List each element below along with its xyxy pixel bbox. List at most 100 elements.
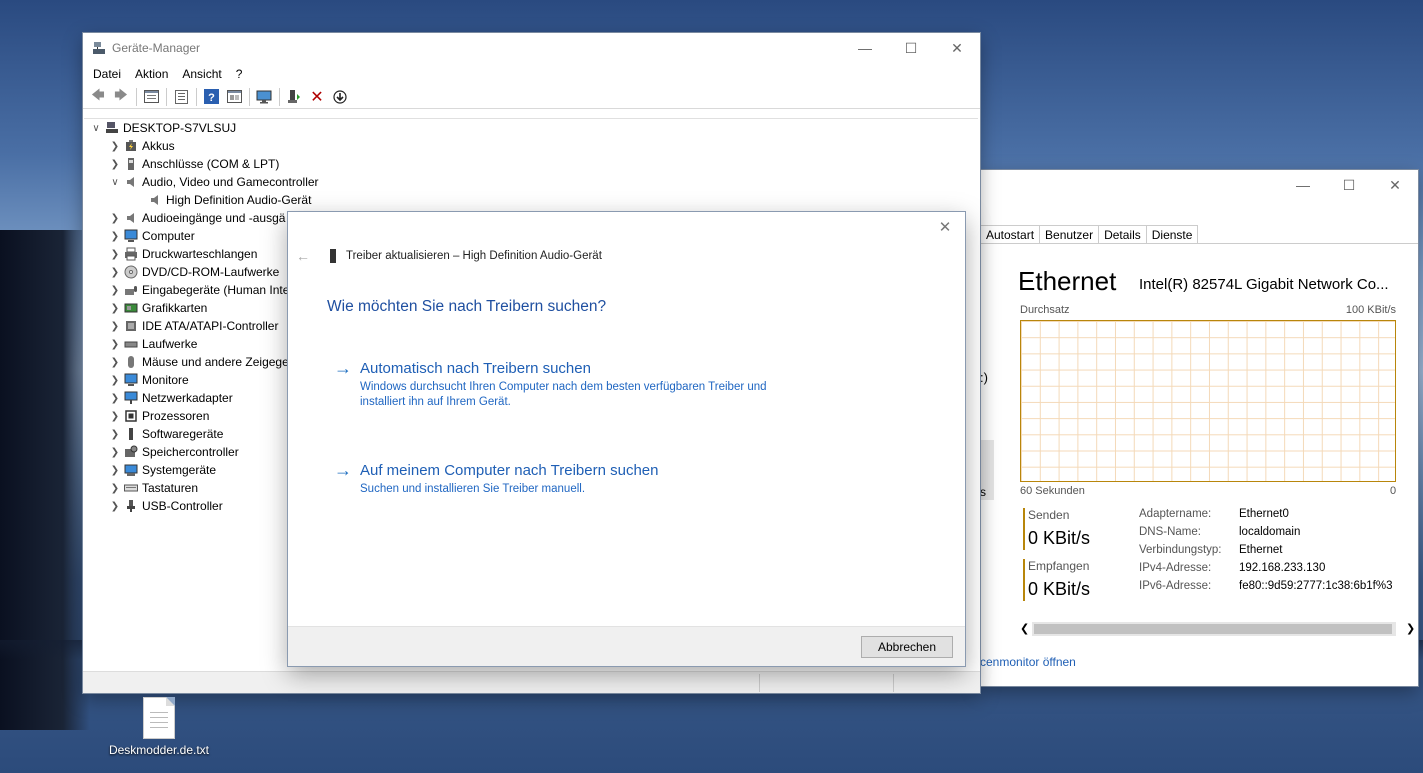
chevron-right-icon[interactable]: ❯ — [109, 339, 121, 350]
tab-autostart[interactable]: Autostart — [980, 225, 1041, 243]
minimize-icon[interactable]: — — [1280, 170, 1326, 200]
tree-item-label: Anschlüsse (COM & LPT) — [142, 157, 280, 171]
properties-icon[interactable] — [140, 87, 162, 107]
tab-dienste[interactable]: Dienste — [1145, 225, 1199, 243]
tree-item-label: Eingabegeräte (Human Inte — [142, 283, 290, 297]
chevron-right-icon[interactable]: ❯ — [109, 321, 121, 332]
chevron-right-icon[interactable]: ❯ — [109, 231, 121, 242]
download-icon[interactable] — [329, 87, 351, 107]
tree-item-audio-video[interactable]: ∨ Audio, Video und Gamecontroller — [84, 173, 978, 191]
scrollbar-thumb[interactable] — [1034, 624, 1392, 634]
menu-ansicht[interactable]: Ansicht — [175, 67, 228, 81]
chevron-right-icon[interactable]: ❯ — [109, 249, 121, 260]
recv-value: 0 KBit/s — [1028, 579, 1091, 599]
tree-item-label: Mäuse und andere Zeigege — [142, 355, 289, 369]
tree-item-label: Tastaturen — [142, 481, 199, 495]
maximize-icon[interactable]: ☐ — [1326, 170, 1372, 200]
tree-item-label: Akkus — [142, 139, 175, 153]
chevron-right-icon[interactable]: ❯ — [109, 141, 121, 152]
chevron-right-icon[interactable]: ❯ — [109, 159, 121, 170]
monitor-icon — [124, 229, 138, 242]
option-auto-title[interactable]: Automatisch nach Treibern suchen — [360, 360, 591, 377]
forward-arrow-icon[interactable]: 🡆 — [110, 87, 132, 107]
svg-text:?: ? — [208, 92, 215, 104]
desktop-file-icon[interactable]: Deskmodder.de.txt — [104, 695, 214, 757]
network-adapter-icon — [124, 391, 138, 404]
close-icon[interactable]: ✕ — [933, 218, 957, 238]
minimize-icon[interactable]: — — [842, 33, 888, 63]
cancel-button[interactable]: Abbrechen — [861, 636, 953, 658]
tree-item-akkus[interactable]: ❯ Akkus — [84, 137, 978, 155]
close-icon[interactable]: ✕ — [934, 33, 980, 63]
update-driver-icon[interactable] — [283, 87, 305, 107]
chevron-right-icon[interactable]: ❯ — [109, 267, 121, 278]
list-view-icon[interactable] — [170, 87, 192, 107]
storage-controller-icon — [125, 445, 138, 457]
tree-item-label: Speichercontroller — [142, 445, 239, 459]
keyboard-icon — [124, 484, 138, 492]
tm-adapter-description: Intel(R) 82574L Gigabit Network Co... — [1139, 276, 1389, 293]
chevron-right-icon[interactable]: ❯ — [109, 411, 121, 422]
dm-toolbar: 🡄 🡆 ? ✕ — [83, 85, 980, 109]
dm-title: Geräte-Manager — [112, 41, 201, 55]
tree-item-anschluesse[interactable]: ❯ Anschlüsse (COM & LPT) — [84, 155, 978, 173]
details-view-icon[interactable] — [223, 87, 245, 107]
chevron-right-icon[interactable]: ❯ — [109, 483, 121, 494]
tree-item-label: Laufwerke — [142, 337, 198, 351]
status-separator — [759, 674, 760, 692]
chevron-right-icon[interactable]: ❯ — [109, 285, 121, 296]
tree-root[interactable]: ∨ DESKTOP-S7VLSUJ — [84, 119, 978, 137]
chevron-right-icon[interactable]: ❯ — [109, 393, 121, 404]
arrow-right-icon: → — [334, 460, 352, 480]
maximize-icon[interactable]: ☐ — [888, 33, 934, 63]
tm-time-end: 0 — [1390, 485, 1397, 497]
recv-indicator — [1023, 559, 1025, 601]
tab-details[interactable]: Details — [1098, 225, 1147, 243]
chevron-right-icon[interactable]: ❯ — [109, 465, 121, 476]
send-indicator — [1023, 508, 1025, 550]
tree-item-label: Audioeingänge und -ausgä — [142, 211, 286, 225]
prop-val-type: Ethernet — [1239, 544, 1283, 556]
help-icon[interactable]: ? — [200, 87, 222, 107]
tree-item-hd-audio[interactable]: High Definition Audio-Gerät — [84, 191, 978, 209]
tree-item-label: Systemgeräte — [142, 463, 217, 477]
tree-item-label: DVD/CD-ROM-Laufwerke — [142, 265, 280, 279]
prop-key-ipv6: IPv6-Adresse: — [1139, 580, 1212, 592]
chevron-right-icon[interactable]: ❯ — [109, 375, 121, 386]
chevron-right-icon[interactable]: ❯ — [109, 213, 121, 224]
tm-time-label: 60 Sekunden — [1020, 485, 1085, 497]
uninstall-icon[interactable]: ✕ — [306, 87, 328, 107]
tab-benutzer[interactable]: Benutzer — [1039, 225, 1100, 243]
dialog-title-text: Treiber aktualisieren – High Definition … — [346, 250, 602, 262]
chevron-right-icon[interactable]: ❯ — [109, 501, 121, 512]
scroll-left-icon[interactable]: ❮ — [1020, 622, 1029, 635]
prop-key-dns: DNS-Name: — [1139, 526, 1201, 538]
tm-scale-max: 100 KBit/s — [1345, 304, 1396, 316]
option-manual-desc: Suchen und installieren Sie Treiber manu… — [360, 483, 586, 495]
chevron-right-icon[interactable]: ❯ — [109, 429, 121, 440]
resource-monitor-link[interactable]: cenmonitor öffnen — [980, 655, 1076, 669]
chevron-right-icon[interactable]: ❯ — [109, 357, 121, 368]
text-file-icon — [143, 697, 175, 739]
task-manager-window: — ☐ ✕ Autostart Benutzer Details Dienste… — [980, 170, 1418, 686]
chevron-down-icon[interactable]: ∨ — [109, 177, 121, 188]
back-arrow-icon[interactable]: ← — [296, 248, 310, 264]
chevron-down-icon[interactable]: ∨ — [90, 123, 102, 134]
tree-item-label: Grafikkarten — [142, 301, 208, 315]
menu-help[interactable]: ? — [229, 67, 250, 81]
chevron-right-icon[interactable]: ❯ — [109, 303, 121, 314]
drive-icon — [124, 341, 138, 348]
scroll-right-icon[interactable]: ❯ — [1406, 622, 1415, 635]
tm-tab-bar: Autostart Benutzer Details Dienste — [980, 225, 1418, 244]
close-icon[interactable]: ✕ — [1372, 170, 1418, 200]
horizontal-scrollbar[interactable] — [1032, 622, 1396, 636]
throughput-graph — [1020, 320, 1396, 482]
option-manual-title[interactable]: Auf meinem Computer nach Treibern suchen — [360, 462, 658, 479]
port-icon — [128, 158, 134, 170]
back-arrow-icon[interactable]: 🡄 — [87, 87, 109, 107]
menu-aktion[interactable]: Aktion — [128, 67, 175, 81]
disc-icon — [124, 265, 138, 279]
monitor-scan-icon[interactable] — [253, 87, 275, 107]
chevron-right-icon[interactable]: ❯ — [109, 447, 121, 458]
menu-datei[interactable]: Datei — [86, 67, 128, 81]
